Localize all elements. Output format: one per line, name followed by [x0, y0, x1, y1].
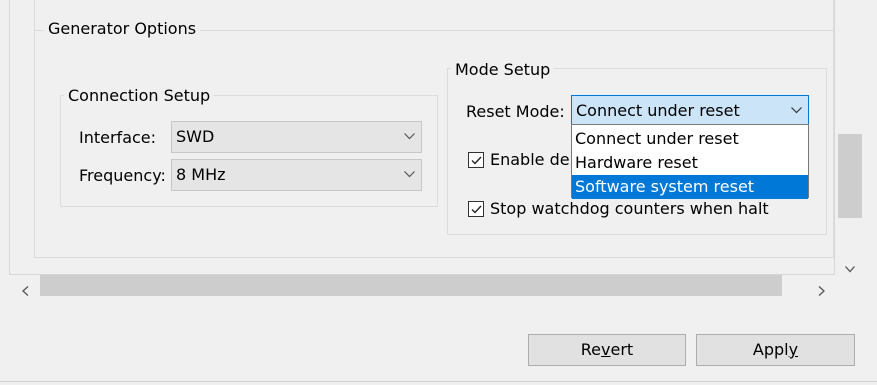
frequency-label: Frequency: [79, 166, 166, 185]
reset-mode-select[interactable]: Connect under reset [571, 95, 809, 127]
scrollbar-corner [838, 275, 862, 297]
chevron-down-icon [404, 122, 415, 140]
scroll-left-icon[interactable] [22, 281, 29, 300]
interface-select[interactable]: SWD [171, 121, 422, 153]
reset-mode-label: Reset Mode: [466, 102, 565, 121]
horizontal-scrollbar-thumb[interactable] [40, 275, 782, 296]
vertical-scrollbar-thumb[interactable] [838, 134, 862, 218]
interface-select-value: SWD [176, 127, 215, 146]
scroll-right-icon[interactable] [818, 281, 825, 300]
revert-label-part1: Re [580, 340, 602, 359]
dropdown-option-connect-under-reset[interactable]: Connect under reset [572, 127, 808, 151]
apply-button[interactable]: Apply [696, 334, 855, 366]
connection-setup-title: Connection Setup [64, 86, 215, 105]
revert-button[interactable]: Revert [528, 334, 686, 366]
watchdog-checkbox[interactable] [468, 201, 484, 217]
reset-mode-select-value: Connect under reset [576, 101, 740, 120]
enable-checkbox[interactable] [468, 152, 484, 168]
dropdown-option-software-system-reset[interactable]: Software system reset [572, 175, 808, 199]
chevron-down-icon [791, 96, 802, 114]
interface-label: Interface: [79, 128, 157, 147]
mode-setup-title: Mode Setup [451, 60, 555, 79]
frequency-select-value: 8 MHz [176, 165, 226, 184]
chevron-down-icon [404, 160, 415, 178]
enable-checkbox-label[interactable]: Enable del [490, 150, 574, 169]
dropdown-option-hardware-reset[interactable]: Hardware reset [572, 151, 808, 175]
frequency-select[interactable]: 8 MHz [171, 159, 422, 191]
generator-options-title: Generator Options [44, 19, 201, 38]
apply-label-part1: Appl [752, 340, 789, 359]
apply-mnemonic: y [788, 340, 799, 359]
revert-mnemonic: v [601, 340, 611, 359]
watchdog-checkbox-label[interactable]: Stop watchdog counters when halt [490, 199, 769, 218]
revert-label-part2: ert [610, 340, 634, 359]
reset-mode-dropdown-list: Connect under reset Hardware reset Softw… [571, 124, 809, 199]
bottom-divider [0, 381, 877, 382]
